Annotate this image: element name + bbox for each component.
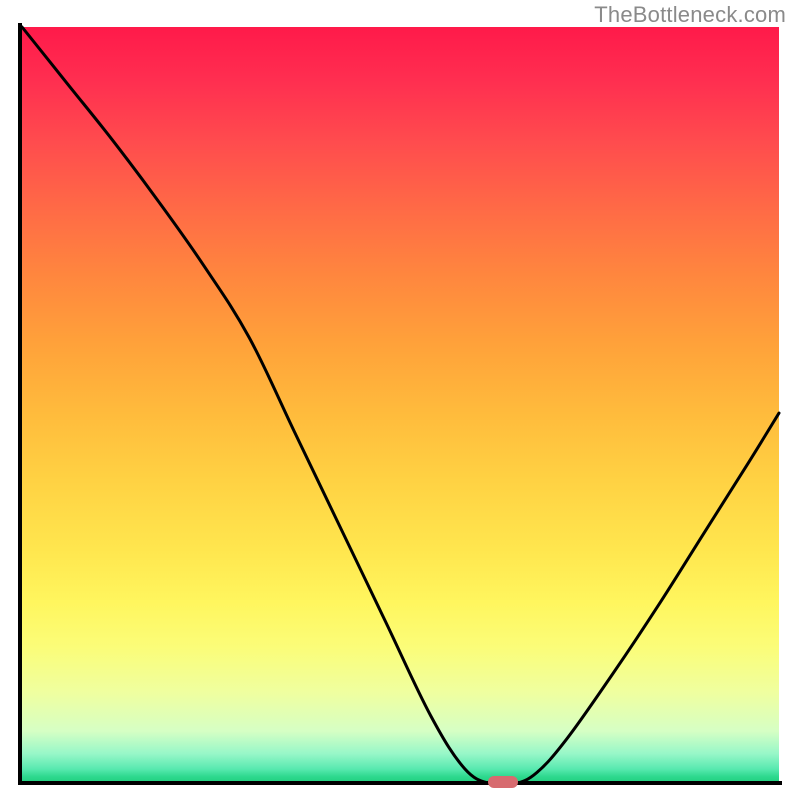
chart-container: TheBottleneck.com	[0, 0, 800, 800]
watermark-text: TheBottleneck.com	[594, 2, 786, 28]
x-axis	[18, 781, 782, 785]
y-axis	[18, 23, 22, 785]
optimum-marker	[488, 776, 518, 788]
plot-background-gradient	[22, 27, 779, 784]
